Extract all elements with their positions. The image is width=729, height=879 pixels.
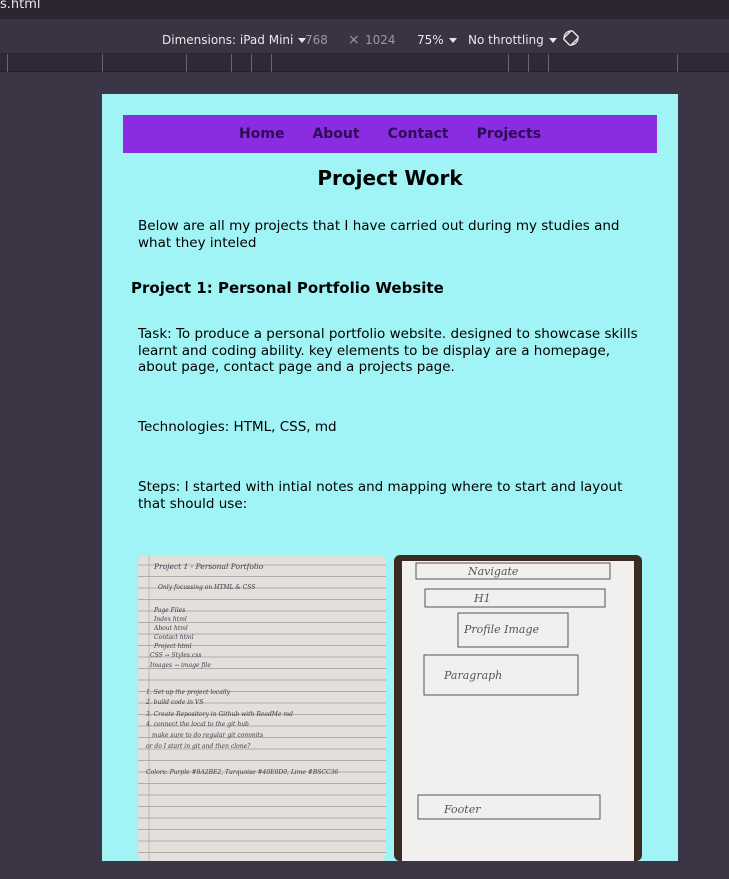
nav-home[interactable]: Home (239, 126, 284, 142)
page-title: Project Work (317, 166, 463, 190)
note-line: 1. Set up the project locally (146, 689, 231, 696)
tab-title[interactable]: s.html (0, 0, 41, 12)
note-line: Contact html (154, 634, 194, 641)
note-line: Project html (153, 643, 192, 650)
note-line: Page Files (153, 607, 185, 614)
note-line: Index html (153, 616, 187, 623)
layout-sketch-drawing: Navigate H1 Profile Image Paragraph Foot… (402, 561, 634, 861)
note-line: 3. Create Repository in Github with Read… (146, 711, 293, 718)
dimensions-dropdown[interactable]: Dimensions: iPad Mini (162, 33, 307, 47)
sketch-label-h1: H1 (473, 592, 491, 605)
times-glyph: × (348, 32, 360, 48)
zoom-dropdown[interactable]: 75% (417, 33, 457, 47)
sketch-label-profile-image: Profile Image (463, 623, 540, 636)
note-line: or do I start in git and then clone? (146, 743, 251, 750)
nav-projects[interactable]: Projects (477, 126, 541, 142)
steps-text: Steps: I started with intial notes and m… (138, 479, 623, 512)
task-text: Task: To produce a personal portfolio we… (138, 326, 638, 375)
height-input[interactable]: 1024 (365, 33, 396, 47)
project-heading: Project 1: Personal Portfolio Website (131, 279, 444, 297)
note-line: Only focussing on HTML & CSS (158, 584, 255, 591)
note-line: Project 1 - Personal Portfolio (153, 562, 264, 571)
chevron-down-icon (548, 38, 557, 43)
technologies-text: Technologies: HTML, CSS, md (138, 419, 337, 435)
note-line: make sure to do regular git commits (152, 732, 263, 739)
nav-about[interactable]: About (312, 126, 359, 142)
nav-contact[interactable]: Contact (388, 126, 449, 142)
media-query-ruler[interactable] (0, 54, 729, 72)
rotate-icon[interactable] (562, 29, 580, 47)
note-line: About html (153, 625, 188, 632)
device-viewport: Home About Contact Projects Project Work… (102, 94, 678, 861)
dimensions-label: Dimensions: iPad Mini (162, 33, 294, 47)
sketch-label-navigate: Navigate (467, 565, 519, 578)
zoom-label: 75% (417, 33, 444, 47)
note-line: Images → image file (149, 662, 211, 669)
sketch-label-footer: Footer (443, 803, 481, 816)
chevron-down-icon (448, 38, 457, 43)
note-line: 4. connect the local to the git hub (145, 721, 249, 728)
intro-text: Below are all my projects that I have ca… (138, 218, 620, 251)
notes-photo: Project 1 - Personal Portfolio Only focus… (138, 555, 386, 861)
note-line: Colors: Purple #8A2BE2, Turquoise #40E0D… (146, 769, 338, 776)
sketch-label-paragraph: Paragraph (443, 669, 502, 682)
nav-bar: Home About Contact Projects (123, 115, 657, 153)
note-line: 2. build code in VS (145, 699, 203, 706)
device-toolbar: Dimensions: iPad Mini 768 × 1024 75% No … (0, 19, 729, 54)
note-line: CSS → Styles.css (150, 652, 201, 659)
throttling-dropdown[interactable]: No throttling (468, 33, 557, 47)
notes-photo-drawing: Project 1 - Personal Portfolio Only focus… (138, 555, 386, 861)
throttling-label: No throttling (468, 33, 544, 47)
layout-sketch-photo: Navigate H1 Profile Image Paragraph Foot… (394, 555, 642, 861)
width-input[interactable]: 768 (305, 33, 328, 47)
browser-tab-strip: s.html (0, 0, 729, 19)
